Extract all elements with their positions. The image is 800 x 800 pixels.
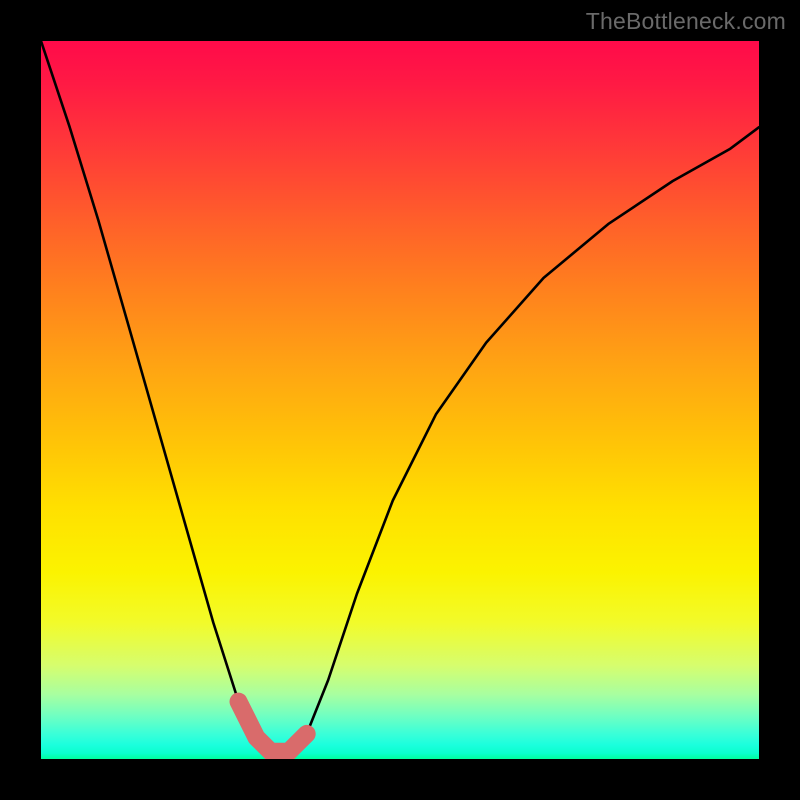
chart-frame: TheBottleneck.com <box>0 0 800 800</box>
watermark-text: TheBottleneck.com <box>586 8 786 35</box>
plot-area <box>41 41 759 759</box>
curve-layer <box>41 41 759 759</box>
highlight-segment <box>239 702 307 752</box>
bottleneck-curve-line <box>41 41 759 752</box>
